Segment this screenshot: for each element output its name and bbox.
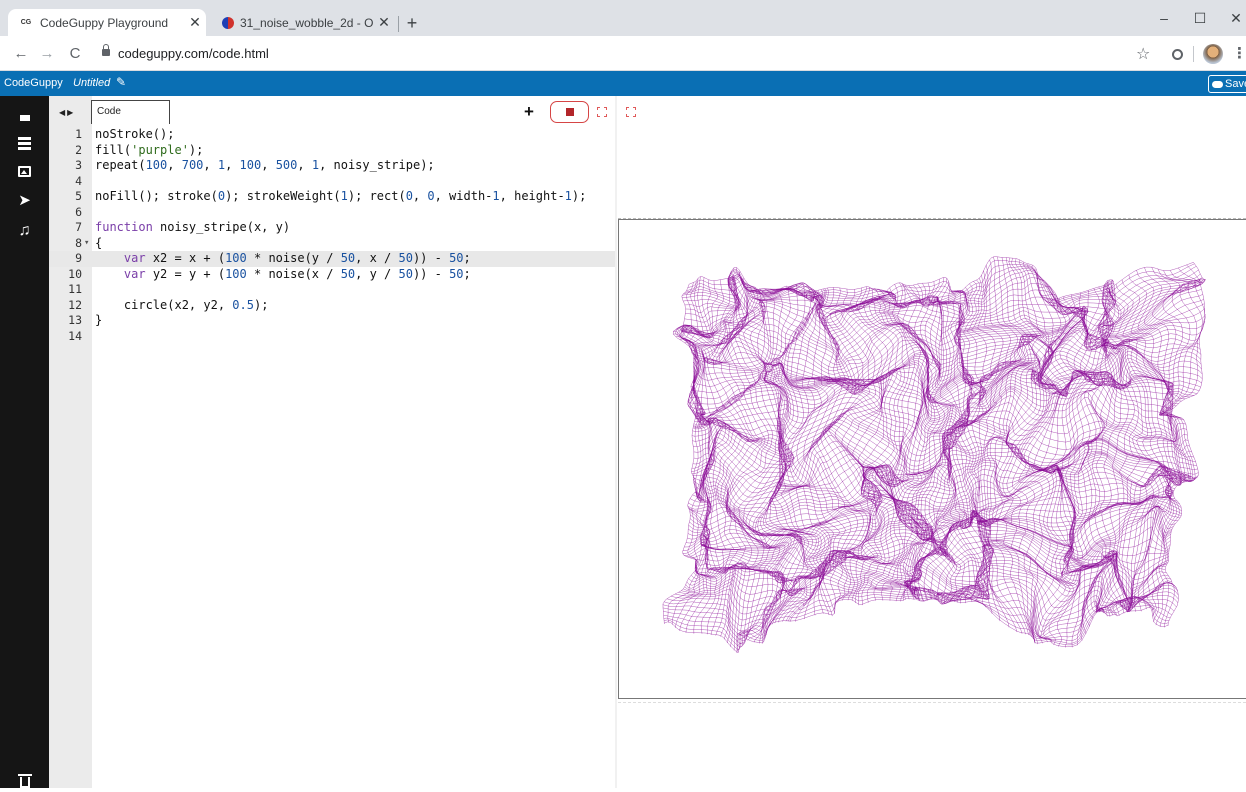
music-icon[interactable]: ♫ <box>0 220 49 242</box>
code-text: function noisy_stripe(x, y) <box>95 220 291 234</box>
expand-output-icon[interactable] <box>626 107 636 117</box>
left-sidebar: ➤ ♫ <box>0 96 49 788</box>
toolbar-divider <box>1193 46 1194 62</box>
panel-toggle-icon[interactable]: ◀▶ <box>59 108 75 117</box>
tab-divider <box>398 16 399 32</box>
code-text: repeat(100, 700, 1, 100, 500, 1, noisy_s… <box>95 158 435 172</box>
profile-avatar[interactable] <box>1203 44 1223 64</box>
cloud-icon <box>1212 80 1223 88</box>
browser-tab-openprocessing[interactable]: 31_noise_wobble_2d - OpenProc ✕ <box>210 9 395 36</box>
code-text: noStroke(); <box>95 127 175 141</box>
brand-logo[interactable]: CodeGuppy <box>4 77 63 89</box>
code-text: noFill(); stroke(0); strokeWeight(1); re… <box>95 189 587 203</box>
browser-tab-strip: CG CodeGuppy Playground ✕ 31_noise_wobbl… <box>0 0 1246 36</box>
maximize-icon[interactable]: ☐ <box>1190 10 1210 27</box>
fold-toggle-icon[interactable]: ▾ <box>84 236 89 252</box>
code-line: 14 <box>68 328 82 343</box>
rocket-icon[interactable]: ➤ <box>0 189 49 211</box>
save-label: Save <box>1225 78 1246 90</box>
code-line: 11 <box>68 282 82 296</box>
code-text: } <box>95 313 103 327</box>
lock-icon[interactable] <box>102 44 110 57</box>
tab-title: 31_noise_wobble_2d - OpenProc <box>240 15 373 30</box>
noise-artwork <box>662 256 1206 654</box>
noise-mesh <box>662 256 1206 654</box>
tab-code[interactable]: Code <box>91 100 170 124</box>
new-tab-icon[interactable]: + <box>402 13 422 34</box>
extension-icon[interactable] <box>1172 49 1183 60</box>
code-line: 3 repeat(100, 700, 1, 100, 500, 1, noisy_… <box>75 158 435 172</box>
panel-splitter[interactable] <box>615 96 617 788</box>
forward-icon[interactable]: → <box>38 45 56 62</box>
code-text: var y2 = y + (100 * noise(x / 50, y / 50… <box>123 266 471 281</box>
artwork-strokes <box>662 256 1206 654</box>
trash-icon[interactable] <box>0 770 49 792</box>
image-icon[interactable] <box>0 160 49 182</box>
home-icon[interactable] <box>0 104 49 126</box>
stop-icon <box>565 108 574 116</box>
codeguppy-favicon-icon: CG <box>20 19 32 26</box>
code-text: fill('purple'); <box>95 142 204 157</box>
app-header: CodeGuppy Untitled ✎ Save <box>0 71 1246 96</box>
openprocessing-favicon-icon <box>222 16 234 29</box>
menu-bars-icon[interactable] <box>0 132 49 154</box>
code-line: 13} <box>68 313 103 327</box>
minimize-icon[interactable]: – <box>1154 10 1174 26</box>
code-line: 2 fill('purple'); <box>75 142 204 157</box>
code-text: circle(x2, y2, 0.5); <box>95 297 269 312</box>
browser-menu-icon[interactable]: ⋮ <box>1232 44 1246 62</box>
file-name[interactable]: Untitled <box>73 77 110 89</box>
code-line: 4 <box>75 173 82 188</box>
close-tab-icon[interactable]: ✕ <box>184 14 206 31</box>
code-line-active: 9 var x2 = x + (100 * noise(y / 50, x / … <box>49 251 615 267</box>
add-file-button[interactable]: + <box>524 102 534 122</box>
stop-button[interactable] <box>550 101 589 123</box>
code-line: 10 var y2 = y + (100 * noise(x / 50, y /… <box>68 266 471 281</box>
expand-editor-icon[interactable] <box>597 107 607 117</box>
tab-title: CodeGuppy Playground <box>40 15 169 30</box>
save-button[interactable]: Save <box>1208 75 1246 93</box>
canvas-guide <box>618 702 1246 703</box>
address-bar-row: ← → C codeguppy.com/code.html ☆ ⋮ <box>0 36 1246 71</box>
code-line: 8 ▾{ <box>75 235 103 252</box>
edit-name-icon[interactable]: ✎ <box>116 75 126 89</box>
code-line: 6 <box>75 204 82 219</box>
code-line: 12 circle(x2, y2, 0.5); <box>68 297 269 312</box>
url-field[interactable]: codeguppy.com/code.html <box>118 46 269 61</box>
close-tab-icon[interactable]: ✕ <box>373 14 395 31</box>
close-window-icon[interactable]: ✕ <box>1226 10 1246 27</box>
bookmark-star-icon[interactable]: ☆ <box>1136 44 1150 64</box>
code-line: 1 noStroke(); <box>75 127 175 141</box>
reload-icon[interactable]: C <box>66 45 84 62</box>
back-icon[interactable]: ← <box>12 45 30 62</box>
code-text: var x2 = x + (100 * noise(y / 50, x / 50… <box>123 251 471 265</box>
output-canvas[interactable] <box>618 219 1246 699</box>
browser-tab-codeguppy[interactable]: CG CodeGuppy Playground ✕ <box>8 9 206 36</box>
code-line: 7 function noisy_stripe(x, y) <box>75 220 291 234</box>
code-editor[interactable]: 1 noStroke(); 2 fill('purple'); 3 repeat(10… <box>49 127 615 344</box>
code-line: 5 noFill(); stroke(0); strokeWeight(1); r… <box>75 189 587 203</box>
code-text: { <box>95 235 103 250</box>
